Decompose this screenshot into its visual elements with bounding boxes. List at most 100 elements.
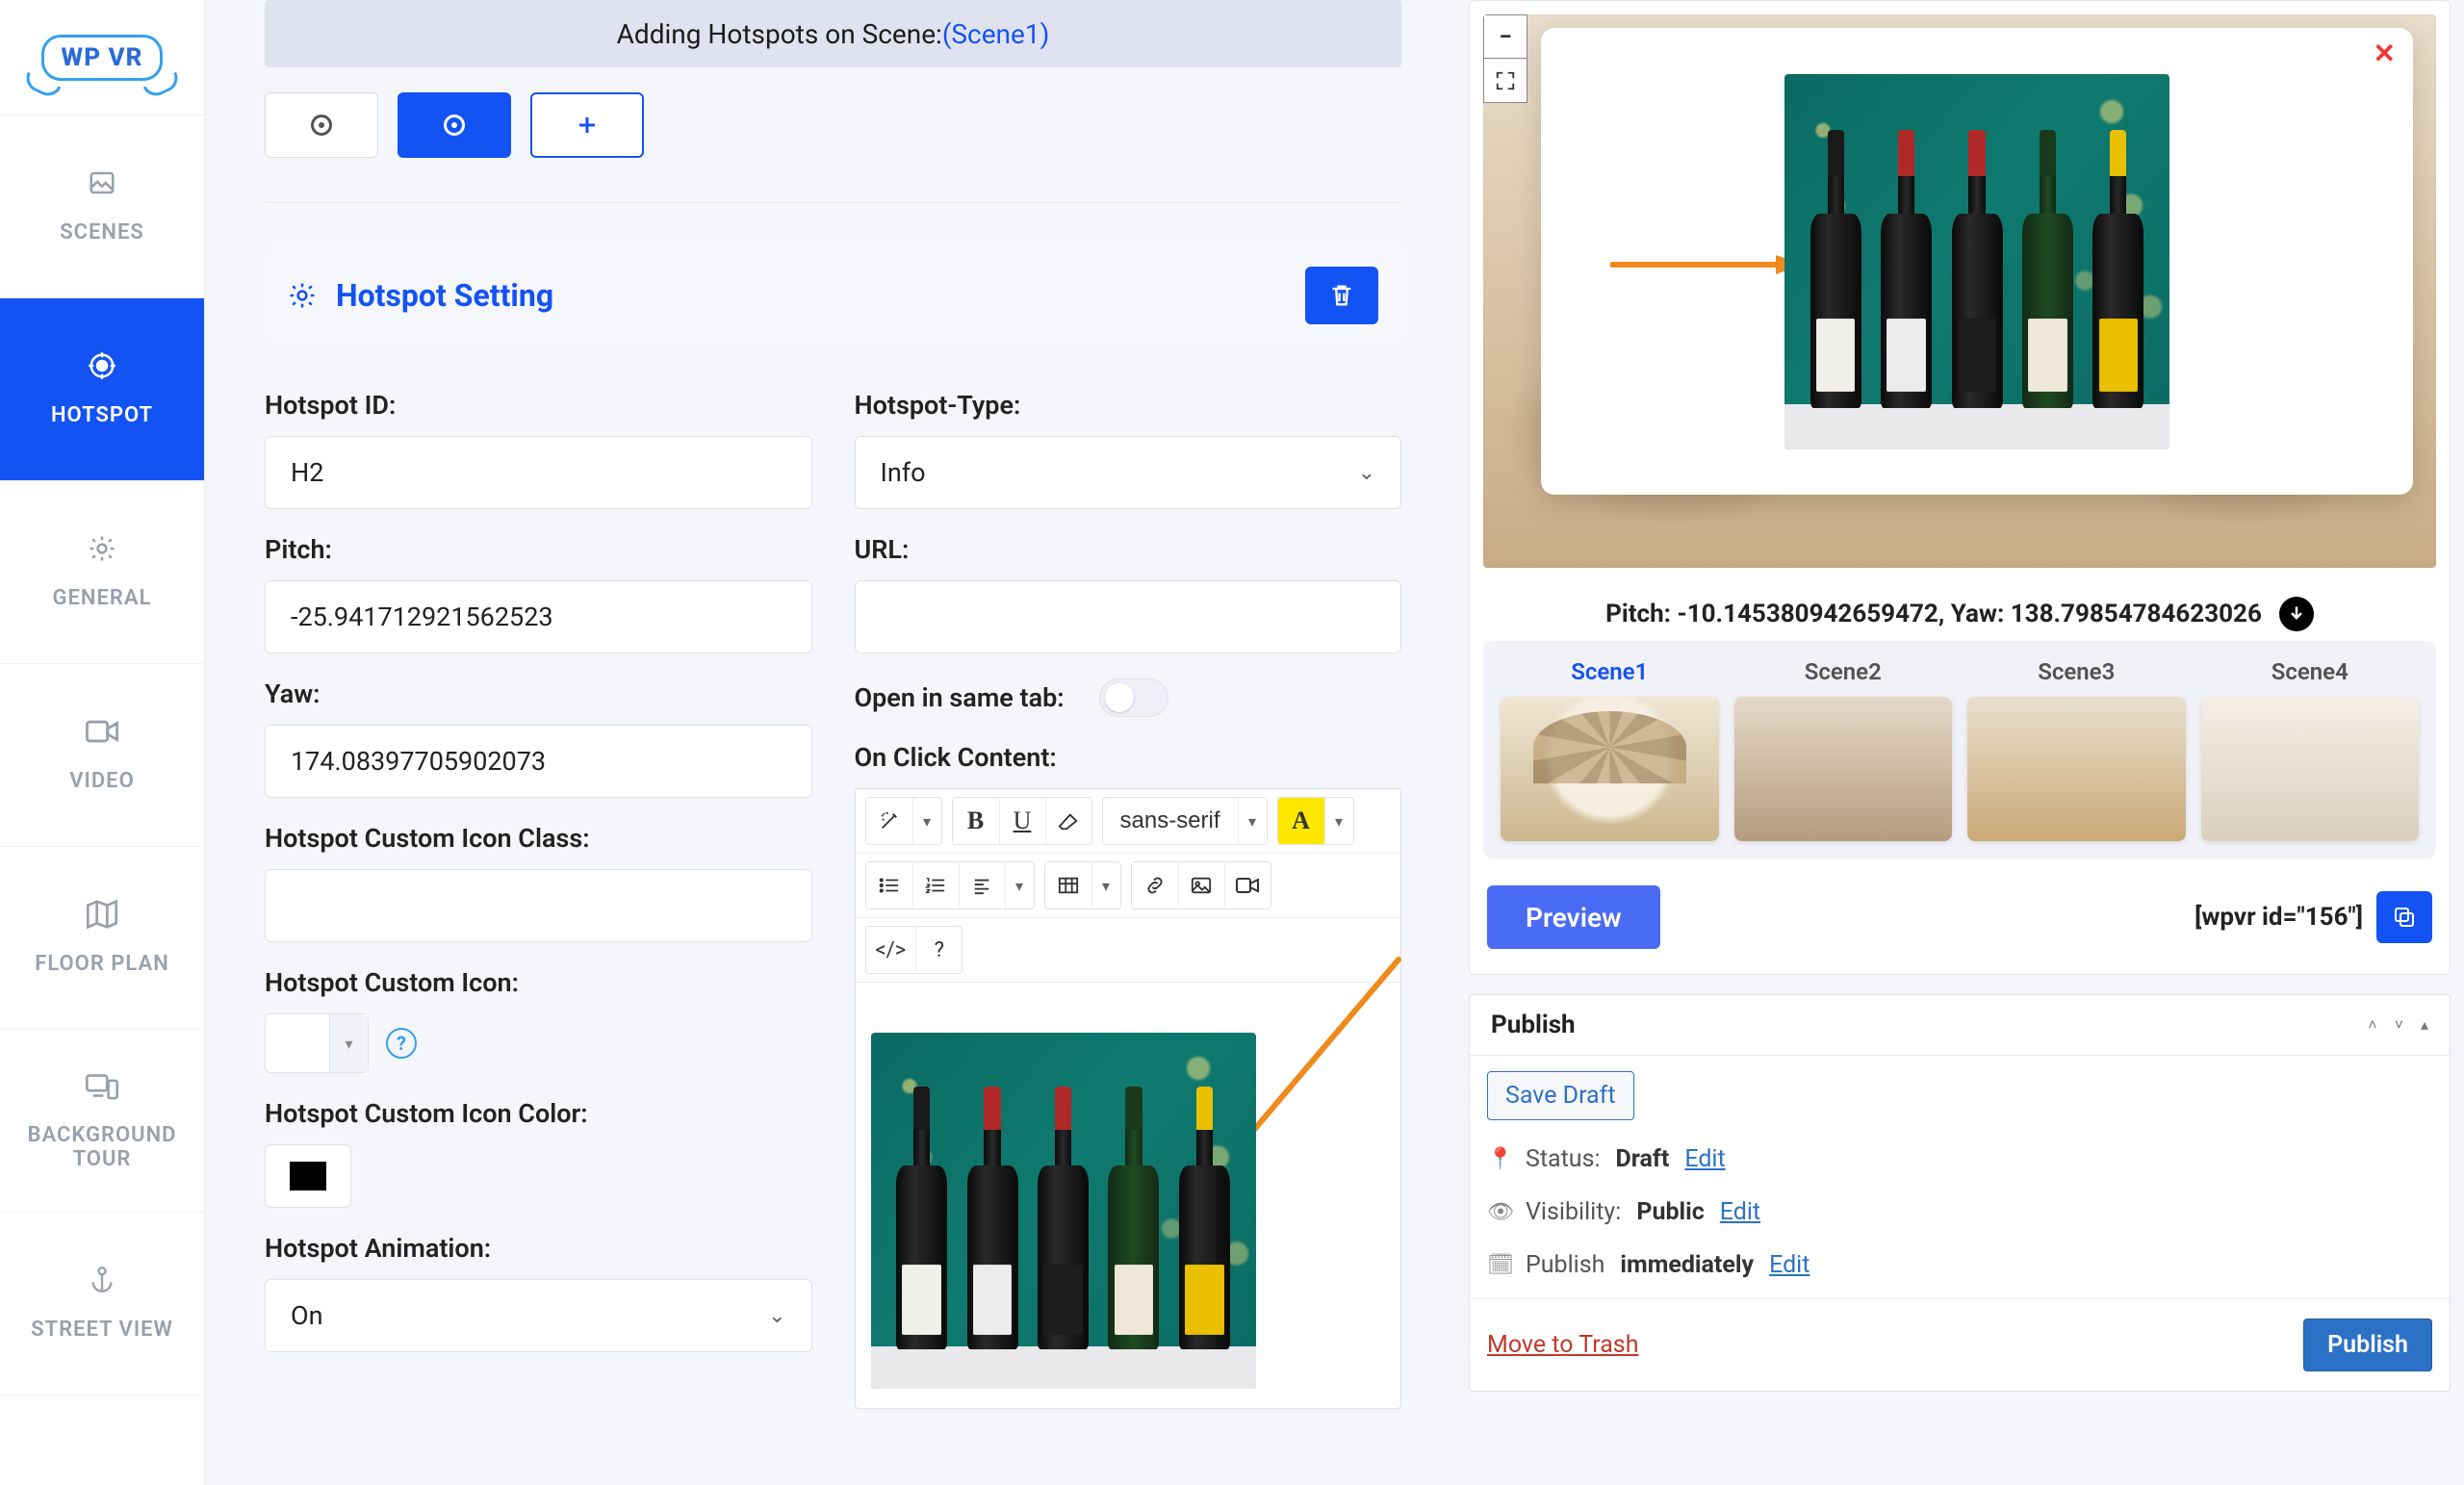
fullscreen-icon [1495, 70, 1516, 91]
rte-canvas[interactable] [856, 983, 1401, 1408]
rte-underline-button[interactable]: U [999, 798, 1045, 844]
fullscreen-button[interactable] [1483, 59, 1527, 103]
preview-actions: Preview [wpvr id="156"] [1483, 858, 2436, 949]
rte-font-select[interactable]: sans-serif [1103, 798, 1238, 844]
scene-strip: Scene1 Scene2 Scene3 Scene4 [1483, 641, 2436, 858]
scene-card-3[interactable]: Scene3 [1967, 658, 2186, 841]
field-yaw: Yaw: [265, 678, 812, 798]
rte-help-button[interactable]: ? [915, 927, 962, 973]
save-draft-button[interactable]: Save Draft [1487, 1071, 1634, 1120]
brand-logo: WP VR [41, 35, 164, 81]
rte-video-button[interactable] [1224, 862, 1270, 909]
rte-table-button[interactable] [1045, 862, 1091, 909]
rte-paragraph-button[interactable] [959, 862, 1005, 909]
sidebar-item-general[interactable]: GENERAL [0, 481, 204, 664]
zoom-out-button[interactable]: − [1483, 14, 1527, 59]
publish-head-controls: ˄ ˅ ▴ [2368, 1015, 2428, 1035]
scene-thumb[interactable] [1501, 697, 1719, 841]
rte-font-caret[interactable]: ▾ [1238, 798, 1267, 844]
pin-icon: 📍 [1487, 1147, 1510, 1171]
icon-class-input[interactable] [265, 869, 812, 942]
scene-card-2[interactable]: Scene2 [1734, 658, 1953, 841]
rte-magic-caret[interactable]: ▾ [912, 798, 941, 844]
pano-controls: − [1483, 14, 1527, 103]
sidebar-item-hotspot[interactable]: HOTSPOT [0, 298, 204, 481]
help-icon[interactable]: ? [386, 1028, 417, 1059]
scene-thumb[interactable] [1967, 697, 2186, 841]
panel-toggle-button[interactable]: ▴ [2421, 1015, 2428, 1035]
hotspot-id-input[interactable] [265, 436, 812, 509]
animation-select[interactable]: On ⌄ [265, 1279, 812, 1352]
panorama-viewport[interactable]: − ✕ [1483, 14, 2436, 568]
hotspot-type-value: Info [881, 457, 926, 488]
rte-code-button[interactable]: </> [866, 927, 916, 973]
icon-color-picker[interactable] [265, 1144, 351, 1208]
scene-card-1[interactable]: Scene1 [1501, 658, 1719, 841]
status-value: Draft [1616, 1145, 1670, 1173]
plus-icon [576, 114, 599, 137]
sidebar-item-background-tour[interactable]: BACKGROUND TOUR [0, 1030, 204, 1213]
rte-text-color-caret[interactable]: ▾ [1324, 798, 1353, 844]
publish-button[interactable]: Publish [2303, 1319, 2432, 1371]
scene-card-4[interactable]: Scene4 [2201, 658, 2420, 841]
hotspot-tab-2[interactable] [398, 92, 511, 158]
rte-ol-button[interactable] [912, 862, 959, 909]
scene-thumb[interactable] [2201, 697, 2420, 841]
yaw-input[interactable] [265, 725, 812, 798]
rte-erase-button[interactable] [1045, 798, 1091, 844]
same-tab-toggle[interactable] [1099, 678, 1168, 717]
picture-icon [1191, 876, 1212, 895]
editor: Adding Hotspots on Scene: (Scene1) Hotsp… [205, 0, 1451, 1485]
rte-table-caret[interactable]: ▾ [1091, 862, 1120, 909]
devices-icon [86, 1071, 118, 1108]
label-yaw: Yaw: [265, 678, 812, 709]
sidebar-item-floor-plan[interactable]: FLOOR PLAN [0, 847, 204, 1030]
url-input[interactable] [855, 580, 1402, 653]
scene-name: Scene3 [2038, 658, 2115, 685]
calendar-icon: 🗓 [1487, 1253, 1510, 1277]
move-to-trash-link[interactable]: Move to Trash [1487, 1331, 1638, 1359]
use-coordinates-button[interactable] [2279, 597, 2314, 631]
scene-thumb[interactable] [1734, 697, 1953, 841]
copy-shortcode-button[interactable] [2376, 891, 2432, 943]
panel-down-button[interactable]: ˅ [2395, 1015, 2403, 1035]
field-icon-class: Hotspot Custom Icon Class: [265, 823, 812, 942]
wand-icon [879, 810, 900, 832]
publish-title: Publish [1491, 1011, 1576, 1039]
shortcode-text: [wpvr id="156"] [2194, 903, 2363, 932]
delete-hotspot-button[interactable] [1305, 267, 1378, 324]
hotspot-tab-1[interactable] [265, 92, 378, 158]
hotspot-tabs [265, 92, 1401, 203]
visibility-edit-link[interactable]: Edit [1720, 1198, 1760, 1226]
pitch-input[interactable] [265, 580, 812, 653]
sidebar-item-street-view[interactable]: STREET VIEW [0, 1213, 204, 1395]
chevron-down-icon: ⌄ [768, 1304, 785, 1328]
label-icon-color: Hotspot Custom Icon Color: [265, 1098, 812, 1129]
rte-paragraph-caret[interactable]: ▾ [1005, 862, 1034, 909]
sidebar-item-label: FLOOR PLAN [35, 952, 169, 976]
sidebar-item-scenes[interactable]: SCENES [0, 115, 204, 298]
publish-foot: Move to Trash Publish [1470, 1298, 2450, 1391]
label-icon-class: Hotspot Custom Icon Class: [265, 823, 812, 854]
video-icon [86, 717, 118, 754]
hotspot-tab-add[interactable] [530, 92, 644, 158]
rte-image-button[interactable] [1178, 862, 1224, 909]
rte-bold-button[interactable]: B [953, 798, 999, 844]
rte-link-button[interactable] [1132, 862, 1178, 909]
hotspot-type-select[interactable]: Info ⌄ [855, 436, 1402, 509]
rte-text-color-button[interactable]: A [1278, 798, 1324, 844]
panel-up-button[interactable]: ˄ [2368, 1015, 2376, 1035]
preview-button[interactable]: Preview [1487, 885, 1660, 949]
field-hotspot-type: Hotspot-Type: Info ⌄ [855, 390, 1402, 509]
status-edit-link[interactable]: Edit [1684, 1145, 1725, 1173]
field-hotspot-id: Hotspot ID: [265, 390, 812, 509]
target-dot-icon [444, 115, 465, 136]
rte-magic-button[interactable] [866, 798, 912, 844]
schedule-line: 🗓 Publish immediately Edit [1487, 1251, 2432, 1279]
schedule-edit-link[interactable]: Edit [1769, 1251, 1810, 1279]
rte-ul-button[interactable] [866, 862, 912, 909]
custom-icon-picker[interactable]: ▾ [265, 1013, 369, 1073]
scene-banner-text: Adding Hotspots on Scene: [617, 18, 942, 50]
scene-link[interactable]: (Scene1) [942, 18, 1050, 50]
sidebar-item-video[interactable]: VIDEO [0, 664, 204, 847]
